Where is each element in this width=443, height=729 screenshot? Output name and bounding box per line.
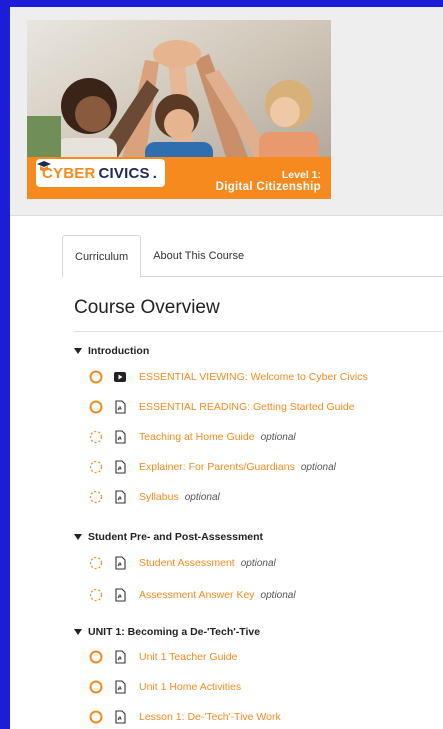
optional-tag: optional [260, 589, 296, 601]
caret-down-icon [74, 348, 82, 354]
list-item[interactable]: Teaching at Home Guide optional [89, 427, 296, 447]
incomplete-circle-icon [89, 650, 103, 664]
optional-circle-icon [89, 490, 103, 504]
optional-circle-icon [89, 588, 103, 602]
item-link[interactable]: ESSENTIAL READING: Getting Started Guide [139, 401, 355, 413]
item-link[interactable]: Assessment Answer Key [139, 589, 255, 601]
list-item[interactable]: ESSENTIAL READING: Getting Started Guide [89, 397, 355, 417]
list-item[interactable]: Student Assessment optional [89, 553, 276, 573]
course-banner: CYBER CIVICS. Level 1: Digital Citizenshi… [27, 20, 331, 199]
optional-circle-icon [89, 460, 103, 474]
level-name: Digital Citizenship [215, 181, 321, 193]
logo-text-civics: CIVICS [98, 164, 150, 182]
pdf-icon [115, 460, 126, 474]
pdf-icon [115, 650, 126, 664]
section-title: Introduction [88, 345, 150, 357]
list-item[interactable]: Assessment Answer Key optional [89, 585, 296, 605]
cybercivics-logo: CYBER CIVICS. [36, 159, 165, 187]
incomplete-circle-icon [89, 680, 103, 694]
pdf-icon [115, 400, 126, 414]
list-item[interactable]: Lesson 1: De-'Tech'-Tive Work [89, 707, 281, 727]
list-item[interactable]: Unit 1 Home Activities [89, 677, 241, 697]
page-title: Course Overview [74, 297, 220, 318]
section-title: UNIT 1: Becoming a De-'Tech'-Tive [88, 626, 261, 638]
video-icon [114, 372, 126, 382]
pdf-icon [115, 588, 126, 602]
list-item[interactable]: Unit 1 Teacher Guide [89, 647, 237, 667]
item-link[interactable]: Teaching at Home Guide [139, 431, 255, 443]
list-item[interactable]: Syllabus optional [89, 487, 220, 507]
item-link[interactable]: Unit 1 Teacher Guide [139, 651, 237, 663]
incomplete-circle-icon [89, 710, 103, 724]
incomplete-circle-icon [89, 370, 103, 384]
optional-tag: optional [184, 491, 220, 503]
item-link[interactable]: Lesson 1: De-'Tech'-Tive Work [139, 711, 281, 723]
list-item[interactable]: ESSENTIAL VIEWING: Welcome to Cyber Civi… [89, 367, 368, 387]
title-divider [74, 331, 443, 332]
item-link[interactable]: Unit 1 Home Activities [139, 681, 241, 693]
pdf-icon [115, 430, 126, 444]
caret-down-icon [74, 534, 82, 540]
item-link[interactable]: ESSENTIAL VIEWING: Welcome to Cyber Civi… [139, 371, 368, 383]
caret-down-icon [74, 629, 82, 635]
tab-curriculum[interactable]: Curriculum [62, 235, 142, 278]
list-item[interactable]: Explainer: For Parents/Guardians optiona… [89, 457, 336, 477]
section-unit-1[interactable]: UNIT 1: Becoming a De-'Tech'-Tive [74, 626, 260, 638]
level-number: Level 1: [281, 169, 321, 181]
course-header-band: CYBER CIVICS. Level 1: Digital Citizenshi… [10, 7, 443, 216]
course-level: Level 1: Digital Citizenship [216, 169, 321, 193]
section-assessment[interactable]: Student Pre- and Post-Assessment [74, 531, 263, 543]
item-link[interactable]: Student Assessment [139, 557, 235, 569]
incomplete-circle-icon [89, 400, 103, 414]
section-introduction[interactable]: Introduction [74, 345, 149, 357]
optional-tag: optional [260, 431, 296, 443]
logo-text-dot: . [152, 164, 157, 182]
pdf-icon [115, 556, 126, 570]
tab-about-this-course[interactable]: About This Course [141, 235, 256, 277]
optional-tag: optional [300, 461, 336, 473]
optional-circle-icon [89, 430, 103, 444]
optional-circle-icon [89, 556, 103, 570]
course-tabs: Curriculum About This Course [62, 235, 443, 278]
item-link[interactable]: Explainer: For Parents/Guardians [139, 461, 295, 473]
optional-tag: optional [240, 557, 276, 569]
section-title: Student Pre- and Post-Assessment [88, 531, 264, 543]
pdf-icon [115, 490, 126, 504]
pdf-icon [115, 680, 126, 694]
graduation-cap-icon [37, 161, 51, 171]
course-page: CYBER CIVICS. Level 1: Digital Citizenshi… [10, 7, 443, 729]
item-link[interactable]: Syllabus [139, 491, 179, 503]
pdf-icon [115, 710, 126, 724]
